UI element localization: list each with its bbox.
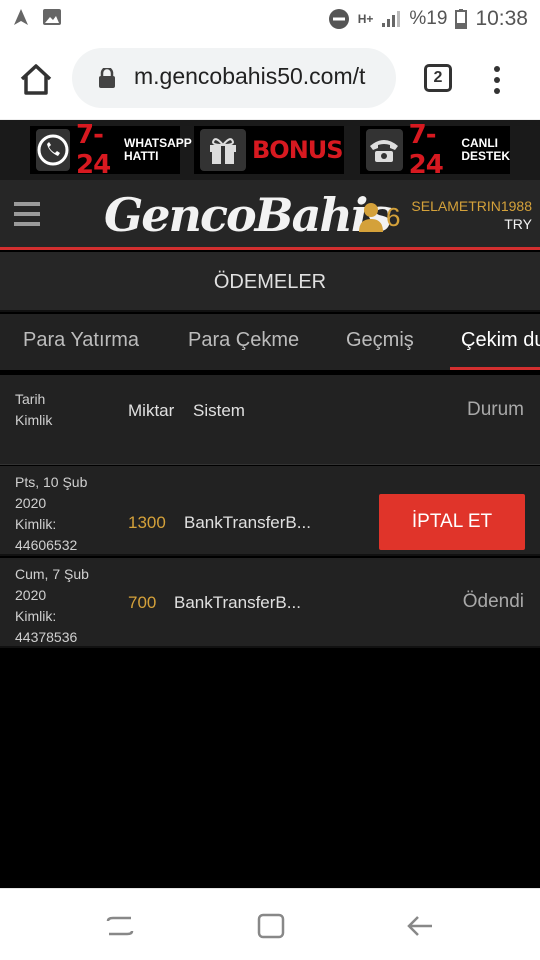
lock-icon xyxy=(99,68,115,88)
do-not-disturb-icon xyxy=(328,9,349,29)
battery-level: %19 xyxy=(409,8,448,29)
overflow-menu-icon[interactable] xyxy=(492,66,502,96)
status-badge: Ödendi xyxy=(462,591,524,612)
home-icon[interactable] xyxy=(18,62,54,98)
whatsapp-icon xyxy=(36,129,70,171)
header-status: Durum xyxy=(466,399,524,420)
battery-icon xyxy=(455,9,468,29)
header-id: Kimlik xyxy=(15,412,53,428)
row-date: Cum, 7 Şub 2020 xyxy=(15,566,89,603)
network-type: H+ xyxy=(357,12,374,26)
row-date-cell: Pts, 10 Şub 2020 Kimlik: 44606532 xyxy=(15,472,115,554)
row-system: BankTransferB... xyxy=(174,593,301,612)
currency-label: TRY xyxy=(504,216,532,232)
site-logo[interactable]: GencoBahis xyxy=(104,188,392,242)
row-date-cell: Cum, 7 Şub 2020 Kimlik: 44378536 xyxy=(15,564,115,646)
promo-banner: 7-24 WHATSAPP HATTI BONUS 7-24 CANLI DES… xyxy=(0,120,540,180)
support-promo[interactable]: 7-24 CANLI DESTEK xyxy=(360,120,511,180)
page-title: ÖDEMELER xyxy=(0,252,540,312)
header-amount: Miktar xyxy=(128,401,175,420)
table-row: Cum, 7 Şub 2020 Kimlik: 44378536 700 Ban… xyxy=(0,558,540,648)
header-system: Sistem xyxy=(193,401,245,420)
phone-icon xyxy=(366,129,403,171)
site-header: GencoBahis 6 SELAMETRIN1988 TRY xyxy=(0,180,540,250)
promo-text: 7-24 xyxy=(76,120,111,180)
browser-toolbar: m.gencobahis50.com/t 2 xyxy=(0,38,540,120)
address-bar[interactable]: m.gencobahis50.com/t xyxy=(72,48,396,108)
row-id: 44378536 xyxy=(15,629,78,645)
row-id: 44606532 xyxy=(15,537,78,553)
row-system: BankTransferB... xyxy=(184,513,311,532)
system-nav-bar xyxy=(0,888,540,960)
row-amount: 1300 xyxy=(128,513,166,532)
row-id-label: Kimlik: xyxy=(15,516,57,532)
back-icon[interactable] xyxy=(406,913,436,939)
tab-withdraw-status[interactable]: Çekim du xyxy=(450,314,540,370)
signal-icon xyxy=(382,11,401,27)
bonus-promo[interactable]: BONUS xyxy=(194,126,344,174)
username[interactable]: SELAMETRIN1988 xyxy=(411,198,532,214)
clock: 10:38 xyxy=(475,7,528,30)
cancel-button[interactable]: İPTAL ET xyxy=(379,494,525,550)
whatsapp-promo[interactable]: 7-24 WHATSAPP HATTI xyxy=(30,120,192,180)
row-amount: 700 xyxy=(128,593,157,612)
row-id-label: Kimlik: xyxy=(15,608,57,624)
gift-icon xyxy=(200,129,246,171)
user-count: 6 xyxy=(386,202,401,232)
hamburger-menu-icon[interactable] xyxy=(14,202,40,232)
row-date: Pts, 10 Şub 2020 xyxy=(15,474,88,511)
tab-history[interactable]: Geçmiş xyxy=(346,314,414,370)
tab-deposit[interactable]: Para Yatırma xyxy=(23,314,139,370)
tab-switcher-button[interactable]: 2 xyxy=(424,64,452,92)
promo-text: BONUS xyxy=(252,136,344,164)
url-text: m.gencobahis50.com/t xyxy=(134,63,366,89)
status-bar: H+ %19 10:38 xyxy=(0,0,540,38)
promo-subtext: CANLI DESTEK xyxy=(461,136,511,163)
promo-subtext: WHATSAPP HATTI xyxy=(124,136,192,163)
payment-tabs: Para Yatırma Para Çekme Geçmiş Çekim du xyxy=(0,314,540,370)
promo-text: 7-24 xyxy=(408,120,444,180)
recent-apps-icon[interactable] xyxy=(105,913,135,939)
header-date: Tarih xyxy=(15,391,46,407)
image-icon xyxy=(43,9,61,25)
navigation-icon xyxy=(14,9,28,25)
table-header: Tarih Kimlik Miktar Sistem Durum xyxy=(0,375,540,465)
table-row: Pts, 10 Şub 2020 Kimlik: 44606532 1300 B… xyxy=(0,466,540,556)
home-nav-icon[interactable] xyxy=(256,913,286,939)
tab-withdraw[interactable]: Para Çekme xyxy=(188,314,299,370)
user-icon[interactable] xyxy=(358,202,384,232)
